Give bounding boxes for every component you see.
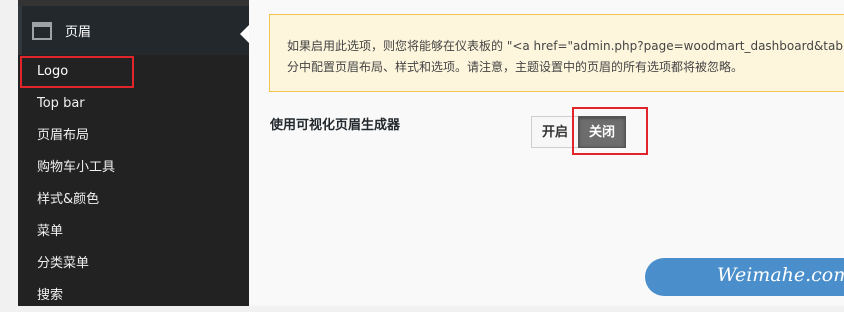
watermark-text: Weimahe.com — [717, 264, 844, 286]
sidebar-item-cart-widget[interactable]: 购物车小工具 — [18, 152, 249, 184]
toggle-off-button[interactable]: 关闭 — [578, 116, 627, 148]
left-gutter — [0, 0, 18, 306]
options-sidebar: 页眉 Logo Top bar 页眉布局 购物车小工具 样式&颜色 菜单 分类菜… — [18, 0, 250, 306]
sidebar-item-style-colors[interactable]: 样式&颜色 — [18, 184, 249, 216]
notice-line-2: 分中配置页眉布局、样式和选项。请注意，主题设置中的页眉的所有选项都将被忽略。 — [287, 60, 744, 74]
sidebar-item-top-bar[interactable]: Top bar — [18, 88, 249, 120]
sidebar-item-header-layout[interactable]: 页眉布局 — [18, 120, 249, 152]
sidebar-item-category-menu[interactable]: 分类菜单 — [18, 248, 249, 280]
setting-label: 使用可视化页眉生成器 — [270, 118, 401, 133]
sidebar-item-menu[interactable]: 菜单 — [18, 216, 249, 248]
sidebar-item-search[interactable]: 搜索 — [18, 280, 249, 312]
toggle-on-button[interactable]: 开启 — [531, 116, 579, 148]
sidebar-section-title: 页眉 — [65, 25, 92, 40]
watermark-badge: Weimahe.com — [645, 258, 844, 296]
notice-line-1: 如果启用此选项，则您将能够在仪表板的 "<a href="admin.php?p… — [287, 39, 844, 53]
notice-box: 如果启用此选项，则您将能够在仪表板的 "<a href="admin.php?p… — [269, 14, 844, 92]
header-builder-toggle: 开启 关闭 — [531, 116, 627, 148]
sidebar-section-header[interactable]: 页眉 — [18, 6, 250, 55]
window-icon — [32, 21, 52, 40]
sidebar-submenu: Logo Top bar 页眉布局 购物车小工具 样式&颜色 菜单 分类菜单 搜… — [18, 56, 249, 312]
sidebar-item-logo[interactable]: Logo — [18, 56, 249, 88]
